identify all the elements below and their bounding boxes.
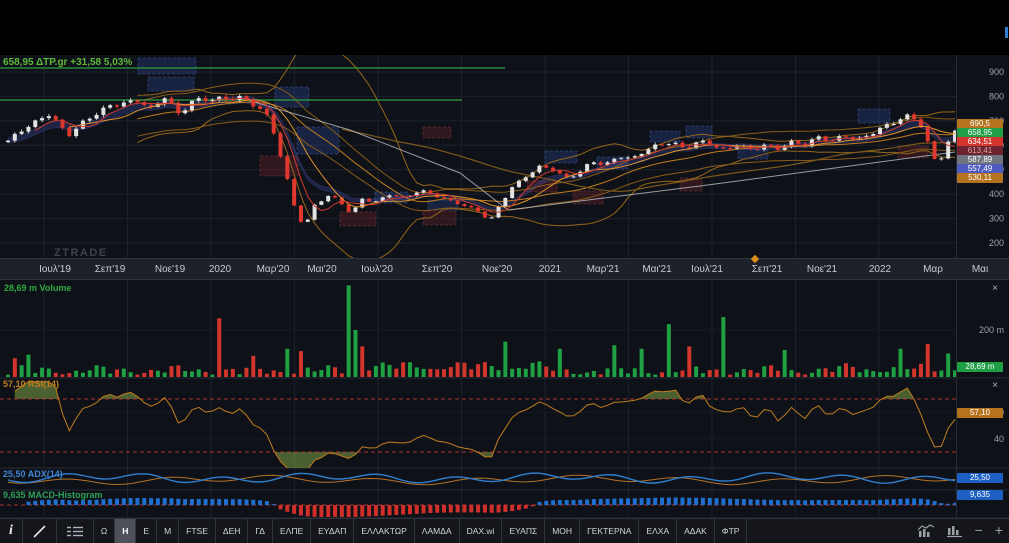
toolbar-item-ΓΔ[interactable]: ΓΔ [248, 519, 273, 543]
toolbar-item-Ε[interactable]: Ε [136, 519, 158, 543]
time-axis-label: Ιουλ'19 [39, 264, 71, 275]
info-icon: i [9, 523, 13, 538]
toolbar-item-ΕΥΔΑΠ[interactable]: ΕΥΔΑΠ [311, 519, 355, 543]
histogram-button[interactable] [946, 524, 963, 538]
time-axis-label: Μαι [971, 264, 989, 275]
symbol-legend: 658,95 ΔTP.gr +31,58 5,03% [3, 57, 133, 68]
adx-value-badge: 25,50 [957, 473, 1003, 483]
close-volume-panel-button[interactable]: × [988, 283, 1002, 295]
rsi-value-badge: 57,10 [957, 408, 1003, 418]
time-axis-label: Μαι'21 [642, 264, 672, 275]
toolbar-item-FTSE[interactable]: FTSE [179, 519, 216, 543]
indicators-list-icon [66, 526, 83, 537]
adx-legend: 25,50 ADX(14) [3, 469, 63, 479]
toolbar-item-ΓΕΚΤΕΡΝΑ[interactable]: ΓΕΚΤΕΡΝΑ [580, 519, 640, 543]
toolbar-item-ΛΑΜΔΑ[interactable]: ΛΑΜΔΑ [415, 519, 460, 543]
macd-panel[interactable] [0, 490, 956, 518]
toolbar-item-ΔΕΗ[interactable]: ΔΕΗ [216, 519, 249, 543]
time-axis-label: 2022 [868, 264, 892, 275]
time-axis-label: Μαρ'21 [586, 264, 620, 275]
toolbar-item-DAX.wi[interactable]: DAX.wi [460, 519, 503, 543]
combo-chart-icon [917, 523, 934, 537]
trendline-tool-button[interactable] [23, 519, 57, 543]
time-axis-label: Ιουλ'20 [361, 264, 393, 275]
macd-legend: 9,635 MACD-Histogram [3, 490, 103, 500]
time-axis-label: Νοε'20 [481, 264, 513, 275]
toolbar-item-ΑΔΑΚ[interactable]: ΑΔΑΚ [677, 519, 715, 543]
time-axis-label: Μαρ'20 [256, 264, 290, 275]
time-axis[interactable]: Ιουλ'19 Σεπ'19 Νοε'19 2020 Μαρ'20 Μαι'20 Ιουλ'… [0, 258, 1009, 280]
toolbar-item-ΕΥΑΠΣ[interactable]: ΕΥΑΠΣ [502, 519, 546, 543]
indicators-list-button[interactable] [57, 519, 94, 543]
zoom-in-button[interactable]: + [995, 518, 1003, 543]
toolbar-item-Ω[interactable]: Ω [94, 519, 116, 543]
rsi-panel[interactable] [0, 378, 956, 468]
time-axis-label: 2021 [538, 264, 562, 275]
toolbar-item-ΦΤΡ[interactable]: ΦΤΡ [715, 519, 748, 543]
price-level-badge: 530,11 [957, 173, 1003, 183]
time-axis-label: Ιουλ'21 [691, 264, 723, 275]
histogram-icon [946, 525, 962, 537]
toolbar-item-ΜΟΗ[interactable]: ΜΟΗ [545, 519, 581, 543]
zoom-out-button[interactable]: − [975, 518, 983, 543]
info-button[interactable]: i [0, 519, 23, 543]
trendline-icon [33, 525, 46, 537]
time-axis-label: Νοε'19 [154, 264, 186, 275]
adx-panel[interactable] [0, 468, 956, 490]
toolbar-item-ΕΛΠΕ[interactable]: ΕΛΠΕ [273, 519, 312, 543]
toolbar-item-Η[interactable]: Η [115, 519, 137, 543]
time-axis-label: Μαρ [923, 264, 943, 275]
rsi-legend: 57,10 RSI(14) [3, 379, 60, 389]
chart-style-button[interactable] [917, 523, 935, 538]
time-axis-label: Σεπ'19 [94, 264, 126, 275]
time-axis-label: Σεπ'20 [421, 264, 453, 275]
toolbar-item-Μ[interactable]: Μ [157, 519, 180, 543]
volume-value-badge: 28,69 m [957, 362, 1003, 372]
trading-app: 900800700600500400300200200 m6040 658,95… [0, 0, 1009, 543]
close-rsi-panel-button[interactable]: × [988, 380, 1002, 392]
toolbar-item-ΕΛΛΑΚΤΩΡ[interactable]: ΕΛΛΑΚΤΩΡ [354, 519, 415, 543]
main-chart-plot[interactable] [0, 55, 956, 258]
toolbar-item-ΕΛΧΑ[interactable]: ΕΛΧΑ [639, 519, 678, 543]
scrollbar-marker [1005, 27, 1008, 38]
time-axis-label: Νοε'21 [806, 264, 838, 275]
bottom-toolbar: i Ω Η Ε Μ FTSE ΔΕΗ ΓΔ ΕΛΠΕ ΕΥΔΑΠ ΕΛΛΑΚΤΩΡ ΛΑΜΔΑ DAX… [0, 518, 1009, 543]
time-axis-label: Μαι'20 [307, 264, 337, 275]
time-axis-label: 2020 [208, 264, 232, 275]
toolbar-right-controls: − + [917, 518, 1003, 543]
volume-panel[interactable] [0, 281, 956, 378]
volume-legend: 28,69 m Volume [4, 283, 72, 293]
time-axis-label: Σεπ'21 [751, 264, 783, 275]
macd-value-badge: 9,635 [957, 490, 1003, 500]
